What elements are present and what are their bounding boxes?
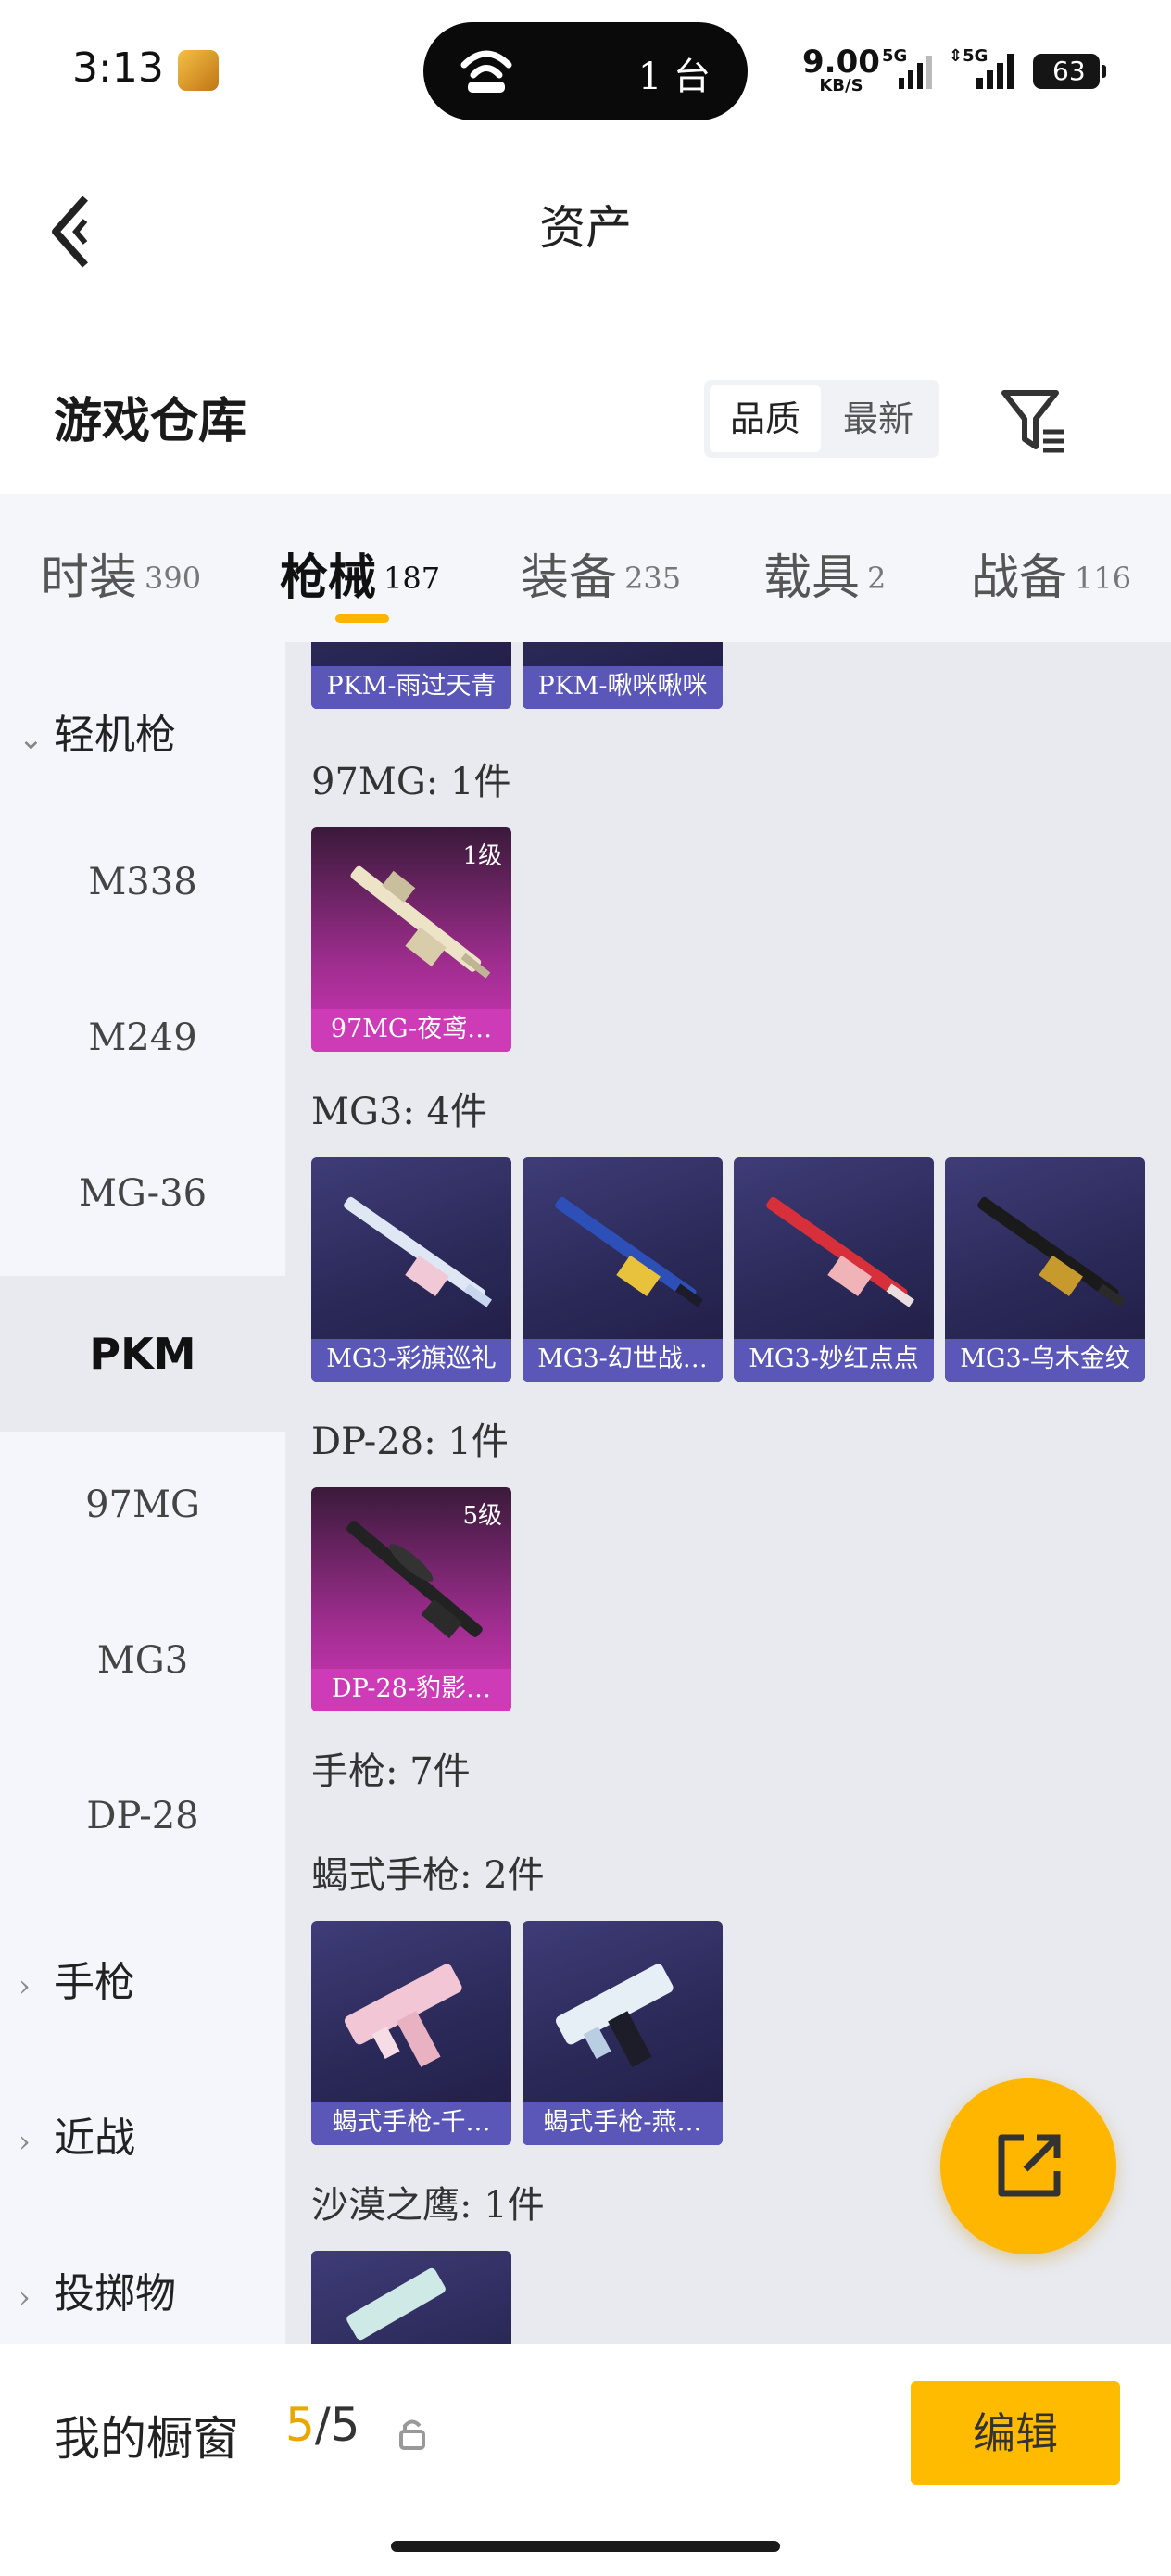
battery-indicator: 63	[1033, 54, 1106, 89]
weapon-card[interactable]: 蝎式手枪-千…	[311, 1921, 511, 2145]
signal-sim1-icon: 5G	[882, 46, 932, 89]
scorpion-skin-image	[344, 1964, 462, 2067]
weapon-card[interactable]: MG3-妙红点点	[734, 1157, 934, 1382]
hotspot-icon	[460, 50, 512, 93]
warehouse-header: 游戏仓库 品质 最新	[0, 361, 1171, 473]
share-button[interactable]	[940, 2078, 1116, 2254]
sidebar-category-pistol[interactable]: › 手枪	[19, 1949, 135, 2008]
weapon-card[interactable]: 1级 97MG-夜鸢…	[311, 827, 511, 1052]
sidebar-item-mg3[interactable]: MG3	[0, 1639, 285, 1682]
sidebar-item-dp28[interactable]: DP-28	[0, 1795, 285, 1837]
deagle-skin-image	[346, 2267, 446, 2341]
network-speed: 9.00 KB/S	[802, 44, 880, 95]
category-tabs: 时装 390 枪械 187 装备 235 载具 2 战备 116	[0, 494, 1171, 642]
share-icon	[998, 2134, 1061, 2197]
weapon-card[interactable]: PKM-啾咪啾咪	[523, 642, 723, 709]
mg3-skin-image	[555, 1196, 703, 1307]
sort-quality-button[interactable]: 品质	[710, 385, 821, 452]
status-bar: 3:13 1 台 9.00 KB/S 5G ⇕5G 63	[0, 0, 1171, 139]
scorpion-skin-image	[555, 1964, 674, 2067]
sidebar-category-melee[interactable]: › 近战	[19, 2104, 135, 2164]
group-label-scorpion: 蝎式手枪: 2件	[311, 1854, 545, 1897]
page-title: 资产	[539, 201, 632, 255]
signal-sim2-icon: ⇕5G	[949, 46, 1014, 89]
tab-firearms[interactable]: 枪械 187	[280, 538, 440, 608]
sidebar-category-lmg[interactable]: ⌄ 轻机枪	[19, 701, 176, 761]
weapon-card[interactable]: MG3-彩旗巡礼	[311, 1157, 511, 1382]
active-tab-indicator	[335, 614, 389, 623]
dynamic-island[interactable]: 1 台	[423, 22, 748, 120]
weapon-card[interactable]: PKM-雨过天青	[311, 642, 511, 709]
weapon-card[interactable]: MG3-幻世战…	[523, 1157, 723, 1382]
chevron-right-icon: ›	[19, 2279, 31, 2315]
tab-supplies[interactable]: 战备 116	[971, 538, 1131, 608]
showcase-count: 5/5	[285, 2398, 360, 2452]
sort-newest-button[interactable]: 最新	[823, 385, 934, 452]
tab-vehicles[interactable]: 载具 2	[763, 538, 886, 608]
group-label-97mg: 97MG: 1件	[311, 761, 511, 803]
weapon-card[interactable]: MG3-乌木金纹	[945, 1157, 1145, 1382]
lock-icon	[399, 2419, 425, 2450]
svg-text:5G: 5G	[882, 46, 907, 66]
tab-skins[interactable]: 时装 390	[41, 538, 201, 608]
svg-text:⇕5G: ⇕5G	[949, 46, 988, 66]
sort-toggle: 品质 最新	[704, 380, 939, 458]
group-label-deagle: 沙漠之鹰: 1件	[311, 2184, 545, 2227]
chevron-right-icon: ›	[19, 2124, 31, 2159]
chevron-right-icon: ›	[19, 1968, 31, 2003]
game-app-icon	[178, 50, 219, 91]
sidebar-item-mg36[interactable]: MG-36	[0, 1172, 285, 1215]
sidebar-category-throwable[interactable]: › 投掷物	[19, 2260, 176, 2319]
tab-equipment[interactable]: 装备 235	[521, 538, 681, 608]
mg3-skin-image	[977, 1196, 1126, 1307]
chevron-down-icon: ⌄	[19, 721, 44, 756]
weapon-card[interactable]: 蝎式手枪-燕…	[523, 1921, 723, 2145]
showcase-bar: 我的橱窗 5/5 编辑	[0, 2344, 1171, 2576]
weapon-card[interactable]	[311, 2251, 511, 2344]
filter-icon[interactable]	[999, 385, 1069, 456]
weapon-card[interactable]: 5级 DP-28-豹影…	[311, 1487, 511, 1711]
status-time: 3:13	[72, 44, 164, 92]
group-label-mg3: MG3: 4件	[311, 1091, 487, 1133]
page-header: 资产	[0, 167, 1171, 278]
group-label-dp28: DP-28: 1件	[311, 1421, 509, 1463]
edit-button[interactable]: 编辑	[911, 2381, 1120, 2485]
sidebar-item-m249[interactable]: M249	[0, 1017, 285, 1059]
hotspot-device-count: 1 台	[637, 56, 711, 98]
mg3-skin-image	[344, 1196, 492, 1307]
home-indicator[interactable]	[391, 2541, 780, 2552]
sidebar-item-97mg[interactable]: 97MG	[0, 1484, 285, 1526]
section-title: 游戏仓库	[54, 393, 247, 449]
group-label-pistol: 手枪: 7件	[311, 1750, 471, 1793]
sidebar-item-m338[interactable]: M338	[0, 861, 285, 903]
mg3-skin-image	[766, 1196, 914, 1307]
sidebar-item-pkm[interactable]: PKM	[0, 1276, 285, 1432]
showcase-title: 我的橱窗	[54, 2412, 239, 2466]
weapon-sidebar: ⌄ 轻机枪 M338 M249 MG-36 PKM 97MG MG3 DP-28 …	[0, 642, 285, 2344]
